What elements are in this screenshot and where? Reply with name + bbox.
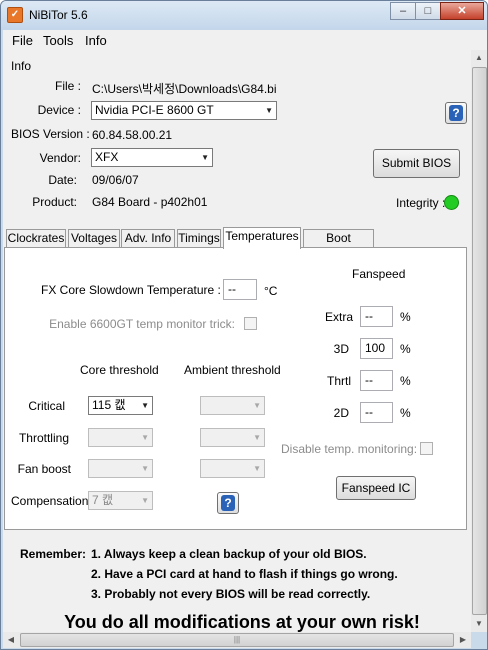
critical-ambient-select[interactable]: ▼	[200, 396, 265, 415]
fanspeed-3d-label: 3D	[333, 342, 349, 356]
disable-temp-monitoring-label: Disable temp. monitoring:	[281, 442, 418, 456]
scroll-left-icon[interactable]: ◀	[3, 632, 19, 648]
compensation-label: Compensation	[11, 494, 89, 508]
chevron-down-icon: ▼	[141, 496, 149, 505]
file-path: C:\Users\박세정\Downloads\G84.bin	[92, 82, 276, 96]
fanspeed-3d-input[interactable]: 100	[360, 338, 393, 359]
chevron-down-icon: ▼	[141, 464, 149, 473]
tab-adv-info[interactable]: Adv. Info	[121, 229, 175, 247]
vertical-scroll-thumb[interactable]	[472, 67, 487, 615]
fanspeed-extra-label: Extra	[324, 310, 353, 324]
menu-file[interactable]: File	[12, 33, 33, 48]
percent-unit: %	[400, 310, 411, 324]
scroll-right-icon[interactable]: ▶	[455, 632, 471, 648]
fx-core-slowdown-label: FX Core Slowdown Temperature :	[41, 283, 221, 297]
integrity-status-indicator	[444, 195, 459, 210]
fanspeed-thrtl-input[interactable]: --	[360, 370, 393, 391]
product-value: G84 Board - p402h01	[92, 195, 208, 209]
fan-boost-ambient-select[interactable]: ▼	[200, 459, 265, 478]
minimize-button[interactable]: –	[390, 2, 416, 20]
app-logo-icon: ✓	[7, 7, 23, 23]
fanspeed-2d-input[interactable]: --	[360, 402, 393, 423]
fanspeed-thrtl-label: Thrtl	[327, 374, 351, 388]
help-icon: ?	[221, 495, 235, 511]
fx-core-slowdown-input[interactable]: --	[223, 279, 257, 300]
tab-timings[interactable]: Timings	[177, 229, 221, 247]
throttling-core-select[interactable]: ▼	[88, 428, 153, 447]
critical-core-value: 115 캢	[92, 398, 126, 412]
date-value: 09/06/07	[92, 173, 139, 187]
product-label: Product:	[32, 195, 77, 209]
tab-boot-settings[interactable]: Boot Settings	[303, 229, 374, 261]
chevron-down-icon: ▼	[141, 433, 149, 442]
risk-warning: You do all modifications at your own ris…	[64, 612, 420, 632]
chevron-down-icon: ▼	[253, 401, 261, 410]
disable-temp-monitoring-checkbox[interactable]	[420, 442, 433, 455]
fanspeed-extra-input[interactable]: --	[360, 306, 393, 327]
celsius-unit: °C	[264, 284, 278, 298]
throttling-ambient-select[interactable]: ▼	[200, 428, 265, 447]
temps-help-button[interactable]: ?	[217, 492, 239, 514]
vendor-select[interactable]: XFX ▼	[91, 148, 213, 167]
fanspeed-ic-button[interactable]: Fanspeed IC	[336, 476, 416, 500]
remember-line-1: 1. Always keep a clean backup of your ol…	[91, 547, 367, 561]
menu-bar: File Tools Info	[3, 30, 487, 50]
tab-temperatures[interactable]: Temperatures	[223, 227, 301, 249]
device-help-button[interactable]: ?	[445, 102, 467, 124]
fanspeed-header: Fanspeed	[352, 267, 406, 281]
horizontal-scroll-thumb[interactable]: |||	[20, 633, 454, 647]
chevron-down-icon: ▼	[265, 106, 273, 115]
percent-unit: %	[400, 374, 411, 388]
chevron-down-icon: ▼	[141, 401, 149, 410]
enable-temp-trick-checkbox[interactable]	[244, 317, 257, 330]
compensation-select[interactable]: 7 캢 ▼	[88, 491, 153, 510]
critical-label: Critical	[28, 399, 65, 413]
device-select[interactable]: Nvidia PCI-E 8600 GT ▼	[91, 101, 277, 120]
remember-label: Remember:	[20, 547, 87, 561]
tab-voltages[interactable]: Voltages	[68, 229, 120, 247]
window-title: NiBiTor 5.6	[29, 8, 88, 22]
info-group-label: Info	[11, 59, 32, 73]
percent-unit: %	[400, 406, 411, 420]
core-threshold-header: Core threshold	[80, 363, 159, 377]
app-window: ✓ NiBiTor 5.6 – □ ✕ File Tools Info Info…	[0, 0, 488, 650]
help-icon: ?	[449, 105, 463, 121]
close-button[interactable]: ✕	[440, 2, 484, 20]
fan-boost-label: Fan boost	[17, 462, 71, 476]
title-bar[interactable]: ✓ NiBiTor 5.6 – □ ✕	[1, 1, 487, 30]
scroll-down-icon[interactable]: ▼	[471, 616, 487, 632]
remember-line-3: 3. Probably not every BIOS will be read …	[91, 587, 371, 601]
horizontal-scrollbar[interactable]: ◀ ||| ▶	[3, 632, 471, 648]
chevron-down-icon: ▼	[201, 153, 209, 162]
bios-version-label: BIOS Version :	[11, 127, 90, 141]
maximize-button[interactable]: □	[415, 2, 441, 20]
chevron-down-icon: ▼	[253, 433, 261, 442]
fan-boost-core-select[interactable]: ▼	[88, 459, 153, 478]
percent-unit: %	[400, 342, 411, 356]
critical-core-select[interactable]: 115 캢 ▼	[88, 396, 153, 415]
device-label: Device :	[37, 103, 81, 117]
enable-temp-trick-label: Enable 6600GT temp monitor trick:	[49, 317, 235, 331]
fanspeed-2d-label: 2D	[333, 406, 349, 420]
chevron-down-icon: ▼	[253, 464, 261, 473]
vendor-label: Vendor:	[39, 151, 81, 165]
device-value: Nvidia PCI-E 8600 GT	[95, 103, 214, 117]
compensation-value: 7 캢	[92, 493, 114, 507]
submit-bios-button[interactable]: Submit BIOS	[373, 149, 460, 178]
scroll-up-icon[interactable]: ▲	[471, 50, 487, 66]
file-label: File :	[54, 79, 81, 93]
throttling-label: Throttling	[18, 431, 69, 445]
menu-info[interactable]: Info	[85, 33, 107, 48]
vertical-scrollbar[interactable]: ▲ ▼	[471, 50, 487, 632]
date-label: Date:	[48, 173, 77, 187]
integrity-label: Integrity :	[396, 196, 446, 210]
vendor-value: XFX	[95, 150, 119, 164]
remember-line-2: 2. Have a PCI card at hand to flash if t…	[91, 567, 398, 581]
bios-version-value: 60.84.58.00.21	[92, 128, 173, 142]
tab-clockrates[interactable]: Clockrates	[6, 229, 66, 247]
ambient-threshold-header: Ambient threshold	[184, 363, 281, 377]
menu-tools[interactable]: Tools	[43, 33, 73, 48]
